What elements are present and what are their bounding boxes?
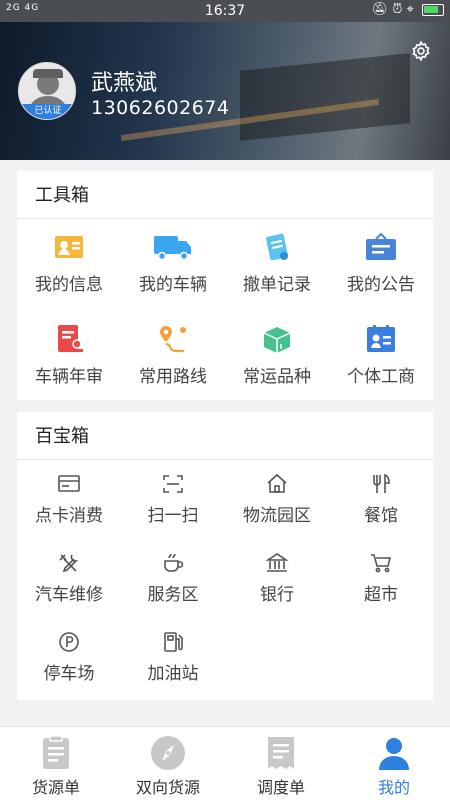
- cart-icon: [371, 554, 392, 573]
- coffee-icon: [164, 553, 184, 572]
- location-icon: ⌖: [406, 2, 414, 17]
- toolbox-item-common-goods[interactable]: 常运品种: [225, 324, 329, 387]
- treasure-card: 百宝箱 点卡消费 扫一扫 物流园区 餐馆 汽车维修 服务区 银行 超市 停车场 …: [17, 412, 433, 700]
- toolbox-item-my-vehicle[interactable]: 我的车辆: [121, 232, 225, 295]
- id-card-icon: [55, 236, 83, 258]
- fuel-icon: [164, 632, 183, 652]
- treasure-item-gas-station[interactable]: 加油站: [121, 631, 225, 684]
- toolbox-item-my-info[interactable]: 我的信息: [17, 232, 121, 295]
- tab-mine[interactable]: 我的: [338, 727, 450, 800]
- treasure-item-supermarket[interactable]: 超市: [329, 552, 433, 605]
- card-icon: [58, 475, 80, 492]
- wrench-icon: [59, 554, 79, 573]
- cargo-list-icon: [43, 735, 69, 769]
- status-icons: 🔕︎ ⏰︎ ⌖: [372, 2, 444, 17]
- alarm-icon: ⏰︎: [392, 2, 403, 17]
- tab-two-way-cargo[interactable]: 双向货源: [112, 727, 224, 800]
- person-icon: [379, 738, 409, 770]
- status-bar: 2G 4G 16:37 🔕︎ ⏰︎ ⌖: [0, 0, 450, 22]
- bank-icon: [265, 553, 289, 572]
- treasure-item-service-area[interactable]: 服务区: [121, 552, 225, 605]
- treasure-item-scan[interactable]: 扫一扫: [121, 473, 225, 526]
- toolbox-item-cancel-record[interactable]: 撤单记录: [225, 232, 329, 295]
- treasure-item-parking[interactable]: 停车场: [17, 631, 121, 684]
- bottom-tab-bar: 货源单 双向货源 调度单 我的: [0, 726, 450, 800]
- treasure-item-card-consume[interactable]: 点卡消费: [17, 473, 121, 526]
- treasure-item-car-repair[interactable]: 汽车维修: [17, 552, 121, 605]
- clipboard-icon: [266, 233, 288, 261]
- treasure-grid: 点卡消费 扫一扫 物流园区 餐馆 汽车维修 服务区 银行 超市 停车场 加油站: [17, 461, 433, 700]
- avatar[interactable]: 已认证: [18, 62, 76, 120]
- treasure-item-restaurant[interactable]: 餐馆: [329, 473, 433, 526]
- truck-icon: [154, 236, 191, 261]
- scan-icon: [163, 475, 183, 493]
- toolbox-item-individual-business[interactable]: 个体工商: [329, 324, 433, 387]
- tab-dispatch[interactable]: 调度单: [225, 727, 337, 800]
- restaurant-icon: [373, 473, 390, 493]
- toolbox-title: 工具箱: [17, 171, 433, 219]
- inspection-icon: [58, 325, 83, 352]
- battery-icon: [422, 3, 444, 16]
- profile-header: 已认证 武燕斌 13062602674: [0, 22, 450, 160]
- home-icon: [267, 473, 287, 493]
- user-phone: 13062602674: [91, 97, 230, 119]
- treasure-item-bank[interactable]: 银行: [225, 552, 329, 605]
- parking-icon: [59, 632, 79, 652]
- toolbox-item-annual-inspection[interactable]: 车辆年审: [17, 324, 121, 387]
- toolbox-item-my-notice[interactable]: 我的公告: [329, 232, 433, 295]
- treasure-title: 百宝箱: [17, 412, 433, 460]
- business-card-icon: [367, 325, 395, 352]
- cargo-box-icon: [263, 327, 291, 353]
- route-icon: [160, 326, 186, 353]
- notice-icon: [366, 232, 396, 260]
- user-name: 武燕斌: [91, 71, 158, 96]
- treasure-item-logistics-park[interactable]: 物流园区: [225, 473, 329, 526]
- tab-cargo-list[interactable]: 货源单: [0, 727, 112, 800]
- compass-icon: [151, 736, 185, 770]
- toolbox-item-common-route[interactable]: 常用路线: [121, 324, 225, 387]
- verified-badge: 已认证: [19, 104, 75, 119]
- toolbox-grid: 我的信息 我的车辆 撤单记录 我的公告 车辆年审 常用路线 常运品种 个体工商: [17, 220, 433, 400]
- gear-icon[interactable]: [410, 40, 432, 62]
- toolbox-card: 工具箱 我的信息 我的车辆 撤单记录 我的公告 车辆年审 常用路线 常运品种 个…: [17, 171, 433, 400]
- mute-icon: 🔕︎: [371, 2, 389, 17]
- dispatch-icon: [268, 737, 294, 769]
- header-background-truck: [240, 53, 410, 141]
